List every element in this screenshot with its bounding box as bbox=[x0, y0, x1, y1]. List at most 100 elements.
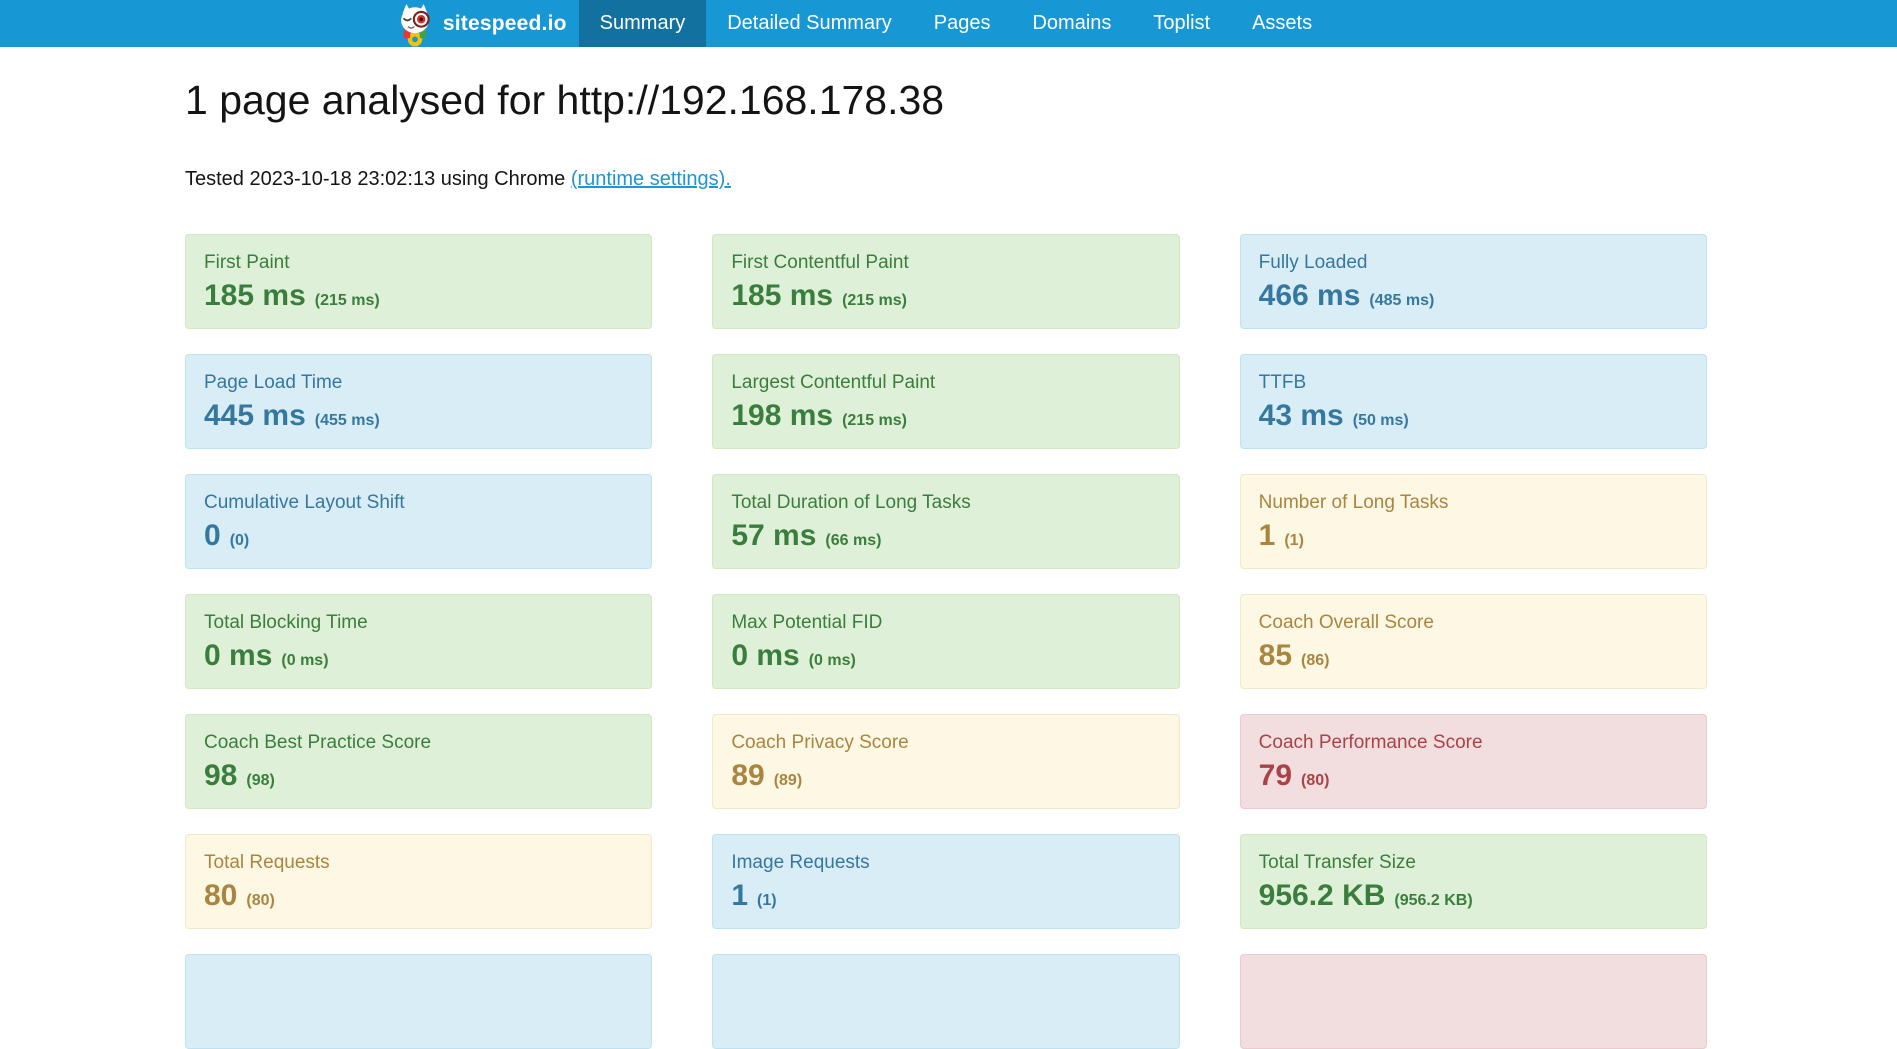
metric-secondary-value: (50 ms) bbox=[1353, 412, 1409, 430]
metric-secondary-value: (1) bbox=[757, 892, 777, 910]
metric-secondary-value: (98) bbox=[246, 772, 274, 790]
metric-secondary-value: (215 ms) bbox=[842, 412, 907, 430]
brand-text: sitespeed.io bbox=[443, 12, 567, 36]
metric-label: Cumulative Layout Shift bbox=[204, 491, 633, 515]
metric-label: Coach Performance Score bbox=[1259, 731, 1688, 755]
metric-value: 80 bbox=[204, 880, 237, 912]
metric-card-total-transfer-size: Total Transfer Size 956.2 KB (956.2 KB) bbox=[1240, 834, 1707, 929]
metric-secondary-value: (455 ms) bbox=[315, 412, 380, 430]
metric-value: 0 bbox=[204, 520, 221, 552]
metric-card-ttfb: TTFB43 ms(50 ms) bbox=[1240, 354, 1707, 449]
runtime-settings-link[interactable]: (runtime settings). bbox=[571, 168, 731, 190]
metric-value-row: 466 ms (485 ms) bbox=[1259, 280, 1688, 312]
metric-label: Coach Privacy Score bbox=[731, 731, 1160, 755]
metric-card-coach-privacy-score: Coach Privacy Score 89(89) bbox=[712, 714, 1179, 809]
metric-value-row: 198 ms (215 ms) bbox=[731, 400, 1160, 432]
metric-secondary-value: (80) bbox=[246, 892, 274, 910]
metric-card-coach-best-practice-score: Coach Best Practice Score 98 (98) bbox=[185, 714, 652, 809]
metric-secondary-value: (0 ms) bbox=[809, 652, 856, 670]
metric-label: Total Duration of Long Tasks bbox=[731, 491, 1160, 515]
metric-value-row: 445 ms (455 ms) bbox=[204, 400, 633, 432]
metric-value-row: 43 ms (50 ms) bbox=[1259, 400, 1688, 432]
metric-value-row: 1(1) bbox=[1259, 520, 1688, 552]
metric-card-total-blocking-time: Total Blocking Time 0 ms (0 ms) bbox=[185, 594, 652, 689]
metric-label: Total Transfer Size bbox=[1259, 851, 1688, 875]
metric-secondary-value: (215 ms) bbox=[842, 292, 907, 310]
nav-items: SummaryDetailed SummaryPagesDomainsTopli… bbox=[579, 0, 1333, 47]
metric-value: 89 bbox=[731, 760, 764, 792]
metrics-grid: First Paint185 ms(215 ms)First Contentfu… bbox=[185, 234, 1707, 1049]
metric-value: 0 ms bbox=[204, 640, 272, 672]
metric-value-row: 185 ms (215 ms) bbox=[731, 280, 1160, 312]
navbar-inner: sitespeed.io SummaryDetailed SummaryPage… bbox=[394, 0, 1333, 47]
metric-card-partial-21 bbox=[1240, 954, 1707, 1049]
metric-card-partial-20 bbox=[712, 954, 1179, 1049]
metric-value-row: 98 (98) bbox=[204, 760, 633, 792]
nav-item-assets[interactable]: Assets bbox=[1231, 0, 1333, 47]
metric-label: Page Load Time bbox=[204, 371, 633, 395]
metric-card-coach-performance-score: Coach Performance Score 79 (80) bbox=[1240, 714, 1707, 809]
metric-label: Total Blocking Time bbox=[204, 611, 633, 635]
metric-secondary-value: (66 ms) bbox=[825, 532, 881, 550]
nav-item-detailed-summary[interactable]: Detailed Summary bbox=[706, 0, 913, 47]
metric-value-row: 0 ms (0 ms) bbox=[731, 640, 1160, 672]
metric-value-row: 0 ms (0 ms) bbox=[204, 640, 633, 672]
metric-value: 0 ms bbox=[731, 640, 799, 672]
metric-label: Number of Long Tasks bbox=[1259, 491, 1688, 515]
nav-item-pages[interactable]: Pages bbox=[913, 0, 1012, 47]
metric-card-image-requests: Image Requests1(1) bbox=[712, 834, 1179, 929]
metric-secondary-value: (485 ms) bbox=[1369, 292, 1434, 310]
metric-value: 466 ms bbox=[1259, 280, 1361, 312]
metric-label: First Paint bbox=[204, 251, 633, 275]
page-title: 1 page analysed for http://192.168.178.3… bbox=[185, 77, 1897, 124]
metric-card-first-paint: First Paint 185 ms (215 ms) bbox=[185, 234, 652, 329]
metric-label: First Contentful Paint bbox=[731, 251, 1160, 275]
metric-card-total-requests: Total Requests 80 (80) bbox=[185, 834, 652, 929]
tested-text: Tested 2023-10-18 23:02:13 using Chrome bbox=[185, 168, 565, 190]
main-content: 1 page analysed for http://192.168.178.3… bbox=[0, 77, 1897, 1049]
metric-value: 445 ms bbox=[204, 400, 306, 432]
metric-value-row: 89(89) bbox=[731, 760, 1160, 792]
metric-value: 79 bbox=[1259, 760, 1292, 792]
metric-secondary-value: (0) bbox=[230, 532, 250, 550]
metric-value: 1 bbox=[731, 880, 748, 912]
metric-value: 98 bbox=[204, 760, 237, 792]
metric-value-row: 57 ms (66 ms) bbox=[731, 520, 1160, 552]
metric-secondary-value: (80) bbox=[1301, 772, 1329, 790]
metric-secondary-value: (215 ms) bbox=[315, 292, 380, 310]
metric-label: Total Requests bbox=[204, 851, 633, 875]
metric-value-row: 80 (80) bbox=[204, 880, 633, 912]
metric-value: 57 ms bbox=[731, 520, 816, 552]
metric-label: Largest Contentful Paint bbox=[731, 371, 1160, 395]
metric-card-cumulative-layout-shift: Cumulative Layout Shift 0 (0) bbox=[185, 474, 652, 569]
metric-secondary-value: (0 ms) bbox=[281, 652, 328, 670]
navbar: sitespeed.io SummaryDetailed SummaryPage… bbox=[0, 0, 1897, 47]
metric-value: 198 ms bbox=[731, 400, 833, 432]
metric-value-row: 0 (0) bbox=[204, 520, 633, 552]
metric-value-row: 956.2 KB (956.2 KB) bbox=[1259, 880, 1688, 912]
metric-value: 956.2 KB bbox=[1259, 880, 1386, 912]
brand-link[interactable]: sitespeed.io bbox=[394, 0, 579, 47]
metric-value-row: 1 (1) bbox=[731, 880, 1160, 912]
metric-card-largest-contentful-paint: Largest Contentful Paint 198 ms (215 ms) bbox=[712, 354, 1179, 449]
metric-card-coach-overall-score: Coach Overall Score85(86) bbox=[1240, 594, 1707, 689]
metric-card-page-load-time: Page Load Time 445 ms (455 ms) bbox=[185, 354, 652, 449]
metric-secondary-value: (86) bbox=[1301, 652, 1329, 670]
metric-value: 185 ms bbox=[731, 280, 833, 312]
metric-value: 1 bbox=[1259, 520, 1276, 552]
metric-label: Fully Loaded bbox=[1259, 251, 1688, 275]
metric-secondary-value: (956.2 KB) bbox=[1394, 892, 1472, 910]
metric-label: Coach Best Practice Score bbox=[204, 731, 633, 755]
metric-card-first-contentful-paint: First Contentful Paint 185 ms (215 ms) bbox=[712, 234, 1179, 329]
nav-item-toplist[interactable]: Toplist bbox=[1132, 0, 1231, 47]
nav-item-domains[interactable]: Domains bbox=[1011, 0, 1132, 47]
metric-card-fully-loaded: Fully Loaded 466 ms (485 ms) bbox=[1240, 234, 1707, 329]
metric-value: 185 ms bbox=[204, 280, 306, 312]
metric-value: 43 ms bbox=[1259, 400, 1344, 432]
metric-label: Max Potential FID bbox=[731, 611, 1160, 635]
tested-line: Tested 2023-10-18 23:02:13 using Chrome … bbox=[185, 168, 1897, 191]
nav-item-summary[interactable]: Summary bbox=[579, 0, 707, 47]
metric-card-total-duration-of-long-tasks: Total Duration of Long Tasks 57 ms (66 ms) bbox=[712, 474, 1179, 569]
sitespeed-cat-mascot-icon bbox=[394, 0, 436, 47]
metric-card-number-of-long-tasks: Number of Long Tasks 1(1) bbox=[1240, 474, 1707, 569]
